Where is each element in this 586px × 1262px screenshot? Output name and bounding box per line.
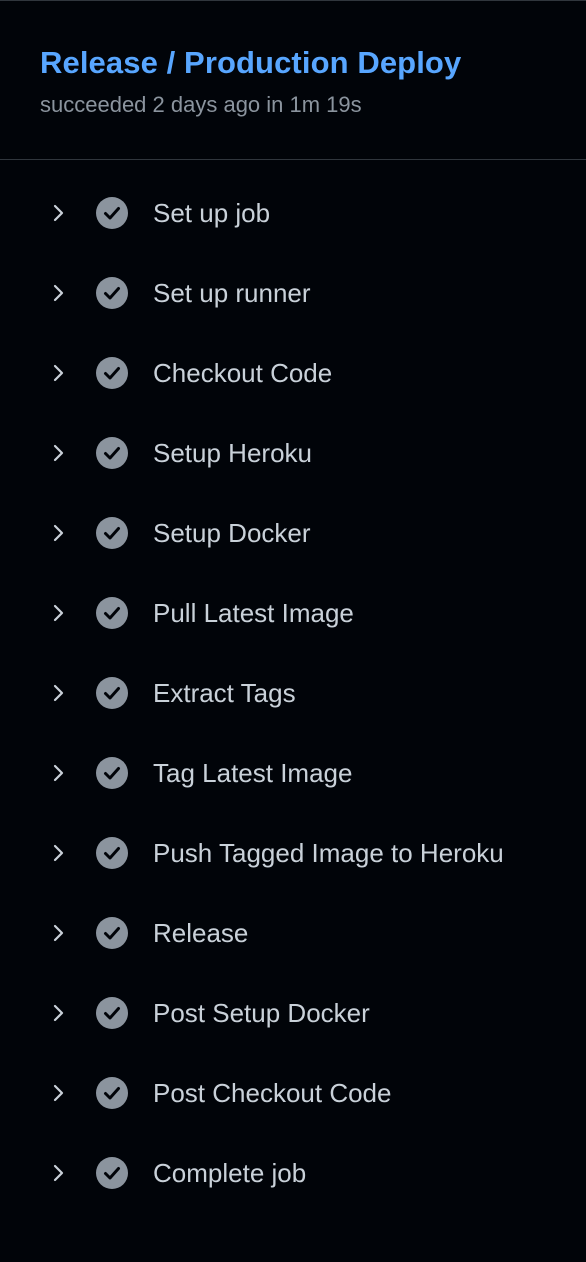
chevron-right-icon[interactable] (46, 441, 70, 465)
step-label: Extract Tags (153, 678, 296, 708)
check-circle-icon (96, 517, 128, 549)
step-row[interactable]: Push Tagged Image to Heroku (0, 813, 586, 893)
step-row[interactable]: Set up job (0, 173, 586, 253)
step-label: Push Tagged Image to Heroku (153, 838, 504, 868)
check-circle-icon (96, 677, 128, 709)
step-row[interactable]: Post Checkout Code (0, 1053, 586, 1133)
step-label: Release (153, 918, 249, 948)
check-circle-icon (96, 1157, 128, 1189)
chevron-right-icon[interactable] (46, 521, 70, 545)
chevron-right-icon[interactable] (46, 761, 70, 785)
check-circle-icon (96, 997, 128, 1029)
step-row[interactable]: Checkout Code (0, 333, 586, 413)
chevron-right-icon[interactable] (46, 361, 70, 385)
step-row[interactable]: Setup Docker (0, 493, 586, 573)
check-circle-icon (96, 277, 128, 309)
chevron-right-icon[interactable] (46, 1081, 70, 1105)
check-circle-icon (96, 437, 128, 469)
step-label: Pull Latest Image (153, 598, 354, 628)
step-label: Post Checkout Code (153, 1078, 392, 1108)
chevron-right-icon[interactable] (46, 841, 70, 865)
check-circle-icon (96, 1077, 128, 1109)
step-row[interactable]: Post Setup Docker (0, 973, 586, 1053)
step-label: Complete job (153, 1158, 307, 1188)
step-label: Setup Docker (153, 518, 311, 548)
steps-list: Set up job Set up runner Checkout Code Setu… (0, 173, 586, 1213)
chevron-right-icon[interactable] (46, 1001, 70, 1025)
step-label: Tag Latest Image (153, 758, 353, 788)
job-status-summary: succeeded 2 days ago in 1m 19s (40, 92, 362, 117)
chevron-right-icon[interactable] (46, 281, 70, 305)
check-circle-icon (96, 357, 128, 389)
step-row[interactable]: Complete job (0, 1133, 586, 1213)
step-label: Set up job (153, 198, 271, 228)
step-label: Checkout Code (153, 358, 333, 388)
step-row[interactable]: Extract Tags (0, 653, 586, 733)
check-circle-icon (96, 597, 128, 629)
workflow-job-title[interactable]: Release / Production Deploy (40, 45, 461, 81)
step-row[interactable]: Tag Latest Image (0, 733, 586, 813)
step-row[interactable]: Release (0, 893, 586, 973)
chevron-right-icon[interactable] (46, 921, 70, 945)
step-row[interactable]: Set up runner (0, 253, 586, 333)
step-label: Set up runner (153, 278, 311, 308)
check-circle-icon (96, 757, 128, 789)
chevron-right-icon[interactable] (46, 1161, 70, 1185)
chevron-right-icon[interactable] (46, 201, 70, 225)
step-label: Post Setup Docker (153, 998, 370, 1028)
step-row[interactable]: Setup Heroku (0, 413, 586, 493)
step-row[interactable]: Pull Latest Image (0, 573, 586, 653)
check-circle-icon (96, 197, 128, 229)
step-label: Setup Heroku (153, 438, 312, 468)
check-circle-icon (96, 837, 128, 869)
check-circle-icon (96, 917, 128, 949)
chevron-right-icon[interactable] (46, 681, 70, 705)
chevron-right-icon[interactable] (46, 601, 70, 625)
job-header: Release / Production Deploy succeeded 2 … (0, 0, 586, 160)
